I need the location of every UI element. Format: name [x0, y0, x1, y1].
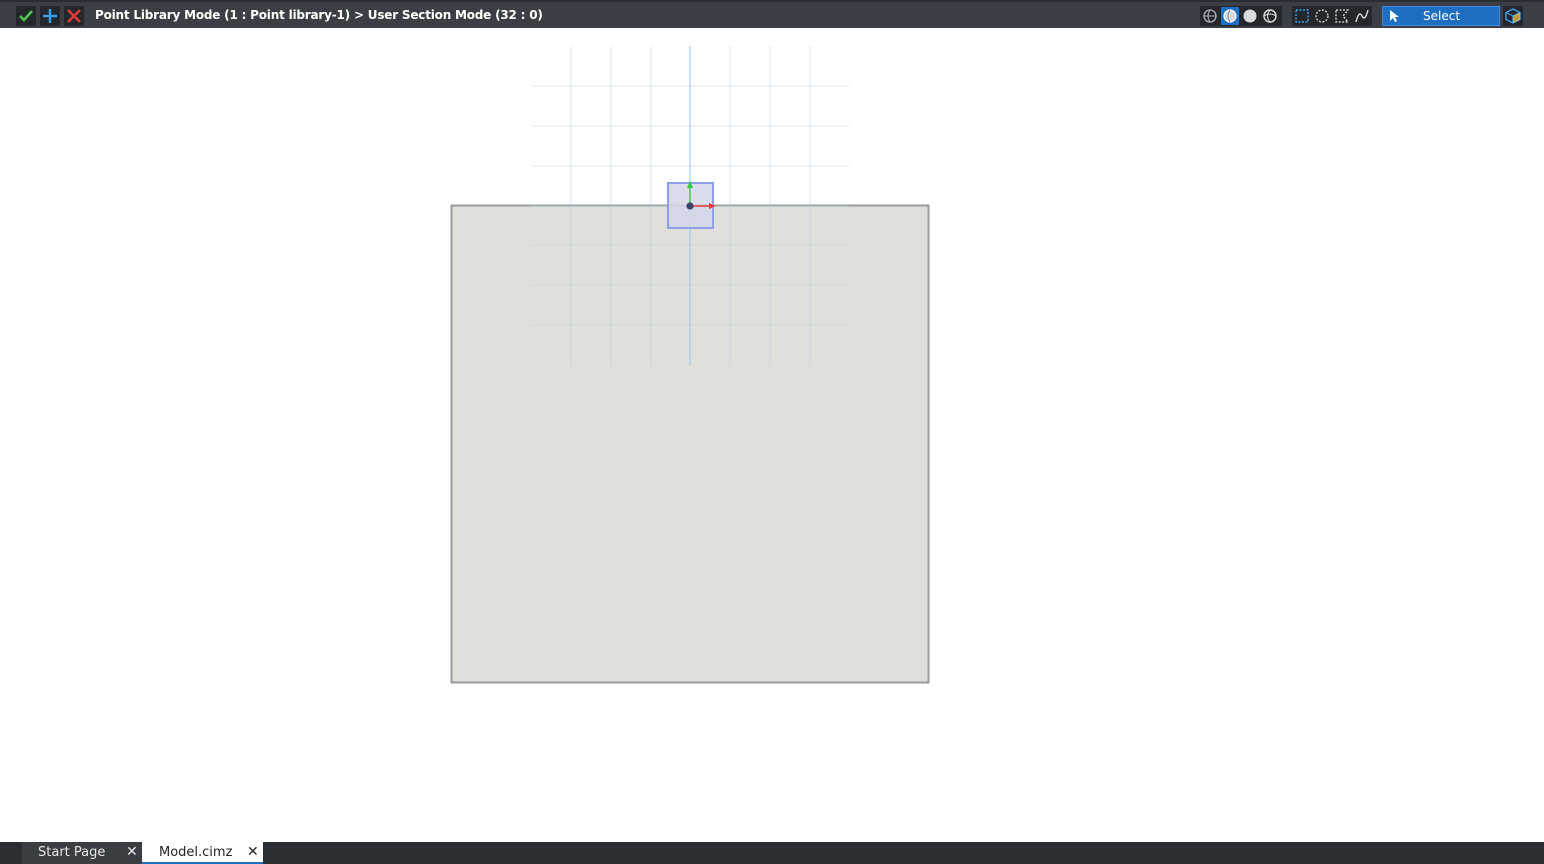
- rect-select-icon: [1295, 9, 1309, 23]
- plus-icon: [43, 9, 57, 23]
- sphere-outline-icon: [1203, 9, 1217, 23]
- tab-close-icon[interactable]: ✕: [126, 844, 138, 860]
- circle-select-button[interactable]: [1313, 7, 1331, 25]
- sphere-wireframe-icon: [1263, 9, 1277, 23]
- tab-model[interactable]: Model.cimz ✕: [142, 842, 263, 864]
- tab-label: Model.cimz: [159, 845, 233, 860]
- render-shaded-button[interactable]: [1241, 7, 1259, 25]
- model-viewport[interactable]: [0, 28, 1544, 842]
- tab-start-page[interactable]: Start Page ✕: [22, 842, 142, 864]
- circle-select-icon: [1315, 9, 1329, 23]
- rect-select-button[interactable]: [1293, 7, 1311, 25]
- select-mode-dropdown[interactable]: Select: [1382, 6, 1500, 26]
- polygon-select-button[interactable]: [1333, 7, 1351, 25]
- cancel-button[interactable]: [64, 6, 84, 26]
- check-icon: [19, 10, 33, 22]
- tab-label: Start Page: [38, 845, 106, 860]
- tab-close-icon[interactable]: ✕: [247, 844, 259, 860]
- viewport-drawing: [450, 46, 930, 684]
- selection-shape-group: [1292, 6, 1372, 26]
- render-wireframe-button[interactable]: [1261, 7, 1279, 25]
- mode-title: Point Library Mode (1 : Point library-1)…: [95, 8, 543, 22]
- render-shaded-wire-button[interactable]: [1221, 7, 1239, 25]
- app-window: Point Library Mode (1 : Point library-1)…: [0, 0, 1544, 864]
- cursor-arrow-icon: [1390, 10, 1399, 22]
- confirm-button[interactable]: [16, 6, 36, 26]
- view-cube-button[interactable]: [1503, 6, 1523, 26]
- line-select-button[interactable]: [1353, 7, 1371, 25]
- freehand-line-icon: [1355, 9, 1369, 23]
- sphere-shaded-wire-icon: [1223, 9, 1237, 23]
- select-mode-label: Select: [1423, 9, 1461, 23]
- render-outline-button[interactable]: [1201, 7, 1219, 25]
- insertion-point-icon[interactable]: [686, 202, 694, 210]
- add-button[interactable]: [40, 6, 60, 26]
- polygon-select-icon: [1335, 9, 1350, 23]
- render-style-group: [1200, 6, 1282, 26]
- mode-toolbar: Point Library Mode (1 : Point library-1)…: [0, 0, 1544, 28]
- close-icon: [67, 9, 81, 23]
- sphere-shaded-icon: [1243, 9, 1257, 23]
- view-cube-icon: [1505, 8, 1521, 24]
- document-tab-bar: Start Page ✕ Model.cimz ✕: [0, 842, 1544, 864]
